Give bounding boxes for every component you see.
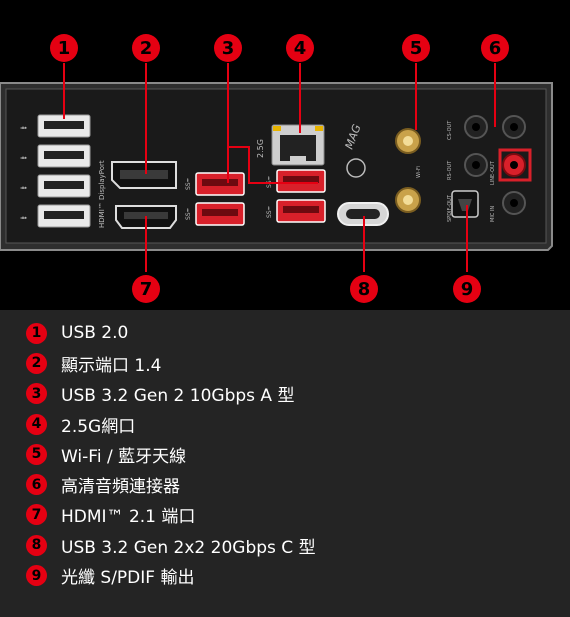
legend-label: Wi-Fi / 藍牙天線 [61,446,187,467]
legend-item: 9 光纖 S/PDIF 輸出 [0,560,570,590]
legend-label: USB 3.2 Gen 2 10Gbps A 型 [61,386,295,407]
legend-number-badge: 9 [26,565,47,587]
callout-7: 7 [132,275,160,303]
legend-number-badge: 1 [26,322,47,344]
lan-speed-label: 2.5G [256,139,265,158]
svg-text:4: 4 [294,38,307,59]
legend-label: USB 2.0 [61,323,129,344]
hdmi-dp-vertical-label: HDMI™ DisplayPort [98,160,106,228]
svg-text:8: 8 [358,279,371,300]
legend-label: 2.5G網口 [61,416,136,437]
svg-text:SS⭼: SS⭼ [266,175,273,188]
callout-8: 8 [350,275,378,303]
legend-item: 4 2.5G網口 [0,409,570,439]
usb2-port [37,144,91,168]
svg-text:3: 3 [222,38,235,59]
legend-item: 1 USB 2.0 [0,318,570,348]
usb3-red-port [195,202,245,226]
audio-jack [502,191,526,215]
legend-item: 3 USB 3.2 Gen 2 10Gbps A 型 [0,379,570,409]
optical-spdif-port [451,190,479,218]
callout-5: 5 [402,34,430,62]
audio-jack [464,153,488,177]
legend-number-badge: 2 [26,352,47,374]
svg-text:6: 6 [489,38,502,59]
usb3-red-port [276,169,326,193]
usb3-red-port [276,199,326,223]
svg-text:CS-OUT: CS-OUT [447,120,453,140]
usb2-port [37,204,91,228]
legend-item: 7 HDMI™ 2.1 端口 [0,500,570,530]
usb2-port [37,174,91,198]
svg-text:MIC IN: MIC IN [490,206,496,222]
callout-1: 1 [50,34,78,62]
legend-number-badge: 8 [26,534,47,556]
svg-text:2: 2 [140,38,153,59]
svg-text:1: 1 [58,38,71,59]
legend-label: 光纖 S/PDIF 輸出 [61,568,195,589]
svg-text:5: 5 [410,38,423,59]
antenna-connector [395,187,421,213]
lan-port [271,124,325,166]
svg-text:⭼: ⭼ [20,153,28,164]
legend-item: 5 Wi-Fi / 藍牙天線 [0,439,570,469]
callout-6: 6 [481,34,509,62]
callout-9: 9 [453,275,481,303]
legend-label: HDMI™ 2.1 端口 [61,507,196,528]
legend-number-badge: 6 [26,474,47,496]
antenna-connector [395,128,421,154]
svg-text:SS⭼: SS⭼ [185,207,192,220]
svg-text:⭼: ⭼ [20,213,28,224]
svg-text:⭼: ⭼ [20,123,28,134]
wifi-label: Wi-Fi [416,166,422,178]
svg-text:9: 9 [461,279,474,300]
callout-2: 2 [132,34,160,62]
legend-number-badge: 3 [26,383,47,405]
audio-jack [464,115,488,139]
svg-text:LINE-OUT: LINE-OUT [490,160,496,185]
callout-3: 3 [214,34,242,62]
legend-label: 高清音頻連接器 [61,477,180,498]
legend-number-badge: 5 [26,443,47,465]
displayport-port [111,161,177,189]
legend-item: 6 高清音頻連接器 [0,469,570,499]
svg-text:SS⭼: SS⭼ [185,177,192,190]
legend-item: 8 USB 3.2 Gen 2x2 20Gbps C 型 [0,530,570,560]
io-panel-diagram: ⭼ ⭼ ⭼ ⭼ HDMI™ DisplayPort SS⭼ SS⭼ SS⭼ SS… [0,0,570,310]
audio-jack [502,115,526,139]
legend-item: 2 顯示端口 1.4 [0,348,570,378]
svg-text:SPDIF-OUT: SPDIF-OUT [447,194,453,222]
legend-list: 1 USB 2.0 2 顯示端口 1.4 3 USB 3.2 Gen 2 10Gbps… [0,310,570,591]
legend-label: 顯示端口 1.4 [61,355,162,376]
usb3-red-port [195,172,245,196]
svg-text:SS⭼: SS⭼ [266,205,273,218]
svg-text:⭼: ⭼ [20,183,28,194]
legend-number-badge: 7 [26,504,47,526]
port-legend: 1 USB 2.0 2 顯示端口 1.4 3 USB 3.2 Gen 2 10Gbps… [0,310,570,617]
legend-label: USB 3.2 Gen 2x2 20Gbps C 型 [61,537,316,558]
legend-number-badge: 4 [26,413,47,435]
callout-4: 4 [286,34,314,62]
svg-text:7: 7 [140,279,153,300]
svg-text:RS-OUT: RS-OUT [447,160,453,180]
